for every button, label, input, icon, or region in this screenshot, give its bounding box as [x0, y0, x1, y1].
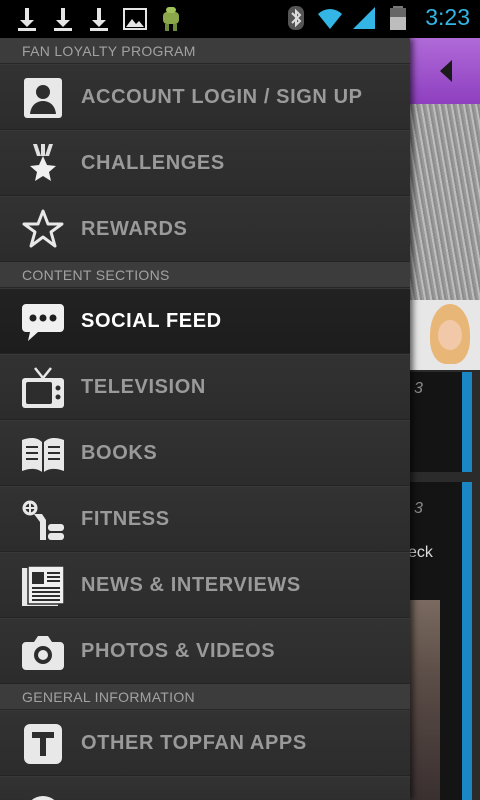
menu-item-challenges[interactable]: CHALLENGES	[0, 130, 410, 196]
card-stripe	[462, 372, 472, 472]
newspaper-icon	[22, 565, 65, 606]
menu-item-social-feed[interactable]: SOCIAL FEED	[0, 288, 410, 354]
back-button[interactable]	[410, 38, 480, 104]
menu-item-partial[interactable]	[0, 776, 410, 800]
menu-item-label: SOCIAL FEED	[81, 310, 222, 332]
tv-icon	[22, 367, 64, 408]
book-icon	[22, 437, 64, 472]
signal-icon	[353, 6, 376, 29]
menu-item-books[interactable]: BOOKS	[0, 420, 410, 486]
back-arrow-icon	[440, 60, 452, 82]
avatar[interactable]	[410, 300, 480, 370]
navigation-drawer: FAN LOYALTY PROGRAM ACCOUNT LOGIN / SIGN…	[0, 38, 410, 800]
menu-item-label: NEWS & INTERVIEWS	[81, 574, 301, 596]
card-text: eck	[410, 544, 433, 561]
speech-bubble-icon	[22, 304, 64, 341]
challenges-icon	[30, 144, 56, 181]
menu-item-label: BOOKS	[81, 442, 158, 464]
cover-image	[410, 104, 480, 300]
download-icon	[54, 8, 72, 31]
bluetooth-icon	[288, 5, 305, 30]
menu-item-label: OTHER TOPFAN APPS	[81, 732, 307, 754]
download-icon	[18, 8, 36, 31]
topfan-t-icon	[24, 724, 62, 764]
menu-item-fitness[interactable]: FITNESS	[0, 486, 410, 552]
menu-item-news-interviews[interactable]: NEWS & INTERVIEWS	[0, 552, 410, 618]
card-stripe	[462, 482, 472, 800]
menu-item-label: PHOTOS & VIDEOS	[81, 640, 276, 662]
menu-item-label: CHALLENGES	[81, 152, 225, 174]
fitness-icon	[22, 500, 64, 540]
background-app: 3 3 eck	[410, 38, 480, 800]
section-header-content: CONTENT SECTIONS	[0, 262, 410, 288]
wifi-icon	[318, 8, 343, 29]
account-icon	[24, 78, 62, 118]
menu-item-other-topfan-apps[interactable]: OTHER TOPFAN APPS	[0, 710, 410, 776]
star-icon	[22, 209, 64, 248]
status-clock: 3:23	[425, 4, 470, 30]
info-icon	[31, 796, 55, 800]
menu-item-television[interactable]: TELEVISION	[0, 354, 410, 420]
section-header-fan-loyalty: FAN LOYALTY PROGRAM	[0, 38, 410, 64]
menu-item-label: REWARDS	[81, 218, 188, 240]
feed-photo	[410, 600, 440, 800]
menu-item-label: FITNESS	[81, 508, 170, 530]
android-icon	[163, 7, 179, 31]
battery-icon	[390, 5, 407, 30]
menu-item-photos-videos[interactable]: PHOTOS & VIDEOS	[0, 618, 410, 684]
download-icon	[90, 8, 108, 31]
section-header-general-info: GENERAL INFORMATION	[0, 684, 410, 710]
camera-icon	[22, 636, 64, 670]
card-number: 3	[414, 500, 423, 517]
menu-item-rewards[interactable]: REWARDS	[0, 196, 410, 262]
image-icon	[123, 8, 147, 30]
status-bar: 3:23	[0, 0, 480, 38]
card-number: 3	[414, 380, 423, 397]
menu-item-account-login[interactable]: ACCOUNT LOGIN / SIGN UP	[0, 64, 410, 130]
menu-item-label: TELEVISION	[81, 376, 206, 398]
feed-card[interactable]: 3	[410, 372, 462, 472]
menu-item-label: ACCOUNT LOGIN / SIGN UP	[81, 86, 363, 108]
